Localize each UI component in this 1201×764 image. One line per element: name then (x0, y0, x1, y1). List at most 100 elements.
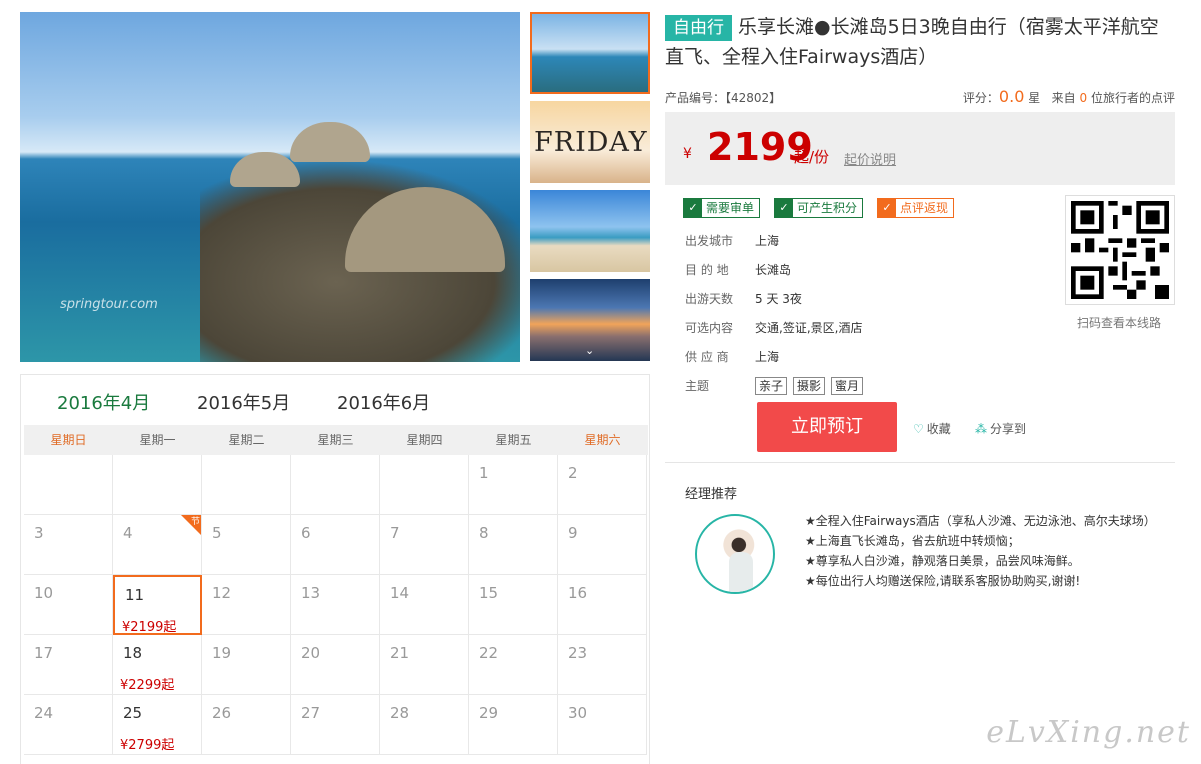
calendar-day-cell[interactable]: 19 (202, 635, 291, 695)
calendar-day-cell[interactable]: 22 (469, 635, 558, 695)
day-price: ¥2299起 (120, 678, 175, 693)
share-button[interactable]: ⁂ 分享到 (975, 420, 1026, 437)
qr-code (1065, 195, 1175, 305)
theme-tag[interactable]: 摄影 (793, 377, 826, 395)
attr-value: 交通,签证,景区,酒店 (755, 321, 863, 335)
day-number: 28 (390, 704, 410, 722)
theme-tag[interactable]: 亲子 (755, 377, 788, 395)
calendar-grid: 1 2 3 4 节 5 6 7 8 9 10 11 ¥2199起 12 13 14 15 16 17 18 ¥2299起… (24, 455, 648, 755)
calendar-empty-cell (113, 455, 202, 515)
day-number: 23 (568, 644, 588, 662)
thumbnail-1[interactable] (530, 12, 650, 94)
weekday-header: 星期日 星期一 星期二 星期三 星期四 星期五 星期六 (24, 425, 648, 455)
attr-value: 上海 (755, 234, 780, 248)
favorite-button[interactable]: ♡ 收藏 (913, 420, 951, 437)
day-number: 26 (212, 704, 232, 722)
calendar-day-cell[interactable]: 21 (380, 635, 469, 695)
day-number: 20 (301, 644, 321, 662)
attr-key: 主题 (685, 379, 710, 393)
tab-month-3[interactable]: 2016年6月 (337, 389, 430, 415)
calendar-day-cell[interactable]: 13 (291, 575, 380, 635)
day-number: 24 (34, 704, 54, 722)
flag-cashback: ✓ 点评返现 (877, 198, 955, 218)
attr-key: 出游天数 (685, 292, 734, 306)
avatar-figure (729, 552, 753, 592)
calendar-day-cell[interactable]: 6 (291, 515, 380, 575)
calendar-day-cell[interactable]: 12 (202, 575, 291, 635)
calendar-day-cell[interactable]: 24 (24, 695, 113, 755)
recommend-line: ★全程入住Fairways酒店（享私人沙滩、无边泳池、高尔夫球场） (805, 514, 1156, 528)
calendar-day-cell[interactable]: 20 (291, 635, 380, 695)
thumbnail-3[interactable] (530, 190, 650, 272)
day-number: 13 (301, 584, 321, 602)
manager-recommend-list: ★全程入住Fairways酒店（享私人沙滩、无边泳池、高尔夫球场） ★上海直飞长… (805, 511, 1156, 591)
reviews-count[interactable]: 0 (1080, 91, 1088, 105)
calendar-day-cell[interactable]: 15 (469, 575, 558, 635)
main-photo[interactable]: springtour.com (20, 12, 520, 362)
day-number: 11 (125, 586, 145, 604)
calendar-day-cell[interactable]: 28 (380, 695, 469, 755)
rating-summary: 评分：0.0 星 来自 0 位旅行者的点评 (963, 87, 1175, 106)
calendar-day-cell[interactable]: 5 (202, 515, 291, 575)
recommend-line: ★每位出行人均赠送保险,请联系客服协助购买,谢谢! (805, 574, 1081, 588)
tab-month-1[interactable]: 2016年4月 (57, 389, 150, 415)
calendar-day-cell[interactable]: 9 (558, 515, 647, 575)
chevron-down-icon[interactable]: ⌄ (585, 344, 594, 357)
favorite-label: 收藏 (926, 422, 951, 436)
day-number: 29 (479, 704, 499, 722)
thumbnail-strip: FRIDAY ⌄ (530, 12, 650, 368)
reviews-prefix: 来自 (1051, 91, 1076, 105)
calendar-day-cell[interactable]: 29 (469, 695, 558, 755)
thumbnail-2[interactable]: FRIDAY (530, 101, 650, 183)
calendar-day-cell[interactable]: 10 (24, 575, 113, 635)
book-now-button[interactable]: 立即预订 (757, 402, 897, 452)
calendar-day-cell[interactable]: 14 (380, 575, 469, 635)
price-box: ¥ 2199 起/份 起价说明 (665, 112, 1175, 185)
day-number: 9 (568, 524, 578, 542)
tab-month-2[interactable]: 2016年5月 (197, 389, 290, 415)
calendar-day-cell[interactable]: 1 (469, 455, 558, 515)
calendar-day-cell[interactable]: 2 (558, 455, 647, 515)
calendar-day-cell[interactable]: 30 (558, 695, 647, 755)
weekday-label: 星期四 (406, 433, 443, 447)
manager-avatar (695, 514, 775, 594)
thumbnail-4[interactable]: ⌄ (530, 279, 650, 361)
calendar-day-cell[interactable]: 27 (291, 695, 380, 755)
day-number: 16 (568, 584, 588, 602)
qr-code-icon (1071, 201, 1169, 299)
calendar-empty-cell (24, 455, 113, 515)
day-number: 7 (390, 524, 400, 542)
calendar-day-cell[interactable]: 7 (380, 515, 469, 575)
calendar-day-cell[interactable]: 11 ¥2199起 (113, 575, 202, 635)
calendar-empty-cell (380, 455, 469, 515)
attr-key: 供 应 商 (685, 350, 729, 364)
thumbnail-text: FRIDAY (534, 127, 648, 158)
calendar-day-cell[interactable]: 16 (558, 575, 647, 635)
price-explain-link[interactable]: 起价说明 (844, 149, 896, 168)
calendar-day-cell[interactable]: 26 (202, 695, 291, 755)
photo-watermark: springtour.com (60, 297, 158, 312)
attr-value: 5 天 3夜 (755, 292, 802, 306)
day-number: 2 (568, 464, 578, 482)
calendar-day-cell[interactable]: 23 (558, 635, 647, 695)
theme-tag[interactable]: 蜜月 (831, 377, 864, 395)
flag-label: 点评返现 (900, 201, 949, 215)
calendar-day-cell[interactable]: 17 (24, 635, 113, 695)
calendar-day-cell[interactable]: 3 (24, 515, 113, 575)
rating-label: 评分： (962, 91, 999, 105)
weekday-label: 星期日 (50, 433, 87, 447)
calendar-day-cell[interactable]: 4节 (113, 515, 202, 575)
manager-recommend-title: 经理推荐 (685, 487, 738, 502)
day-number: 14 (390, 584, 410, 602)
product-code: 产品编号：【42802】 (665, 91, 782, 105)
heart-icon: ♡ (913, 422, 924, 436)
site-watermark: eLvXing.net (986, 715, 1191, 750)
calendar-day-cell[interactable]: 8 (469, 515, 558, 575)
product-title: 自由行 乐享长滩●长滩岛5日3晚自由行（宿雾太平洋航空直飞、全程入住Fairway… (665, 12, 1175, 72)
flag-label: 需要审单 (706, 201, 755, 215)
calendar-day-cell[interactable]: 25 ¥2799起 (113, 695, 202, 755)
day-number: 15 (479, 584, 499, 602)
month-tabs: 2016年4月 2016年5月 2016年6月 (21, 375, 649, 425)
calendar-day-cell[interactable]: 18 ¥2299起 (113, 635, 202, 695)
attr-key: 出发城市 (685, 234, 734, 248)
